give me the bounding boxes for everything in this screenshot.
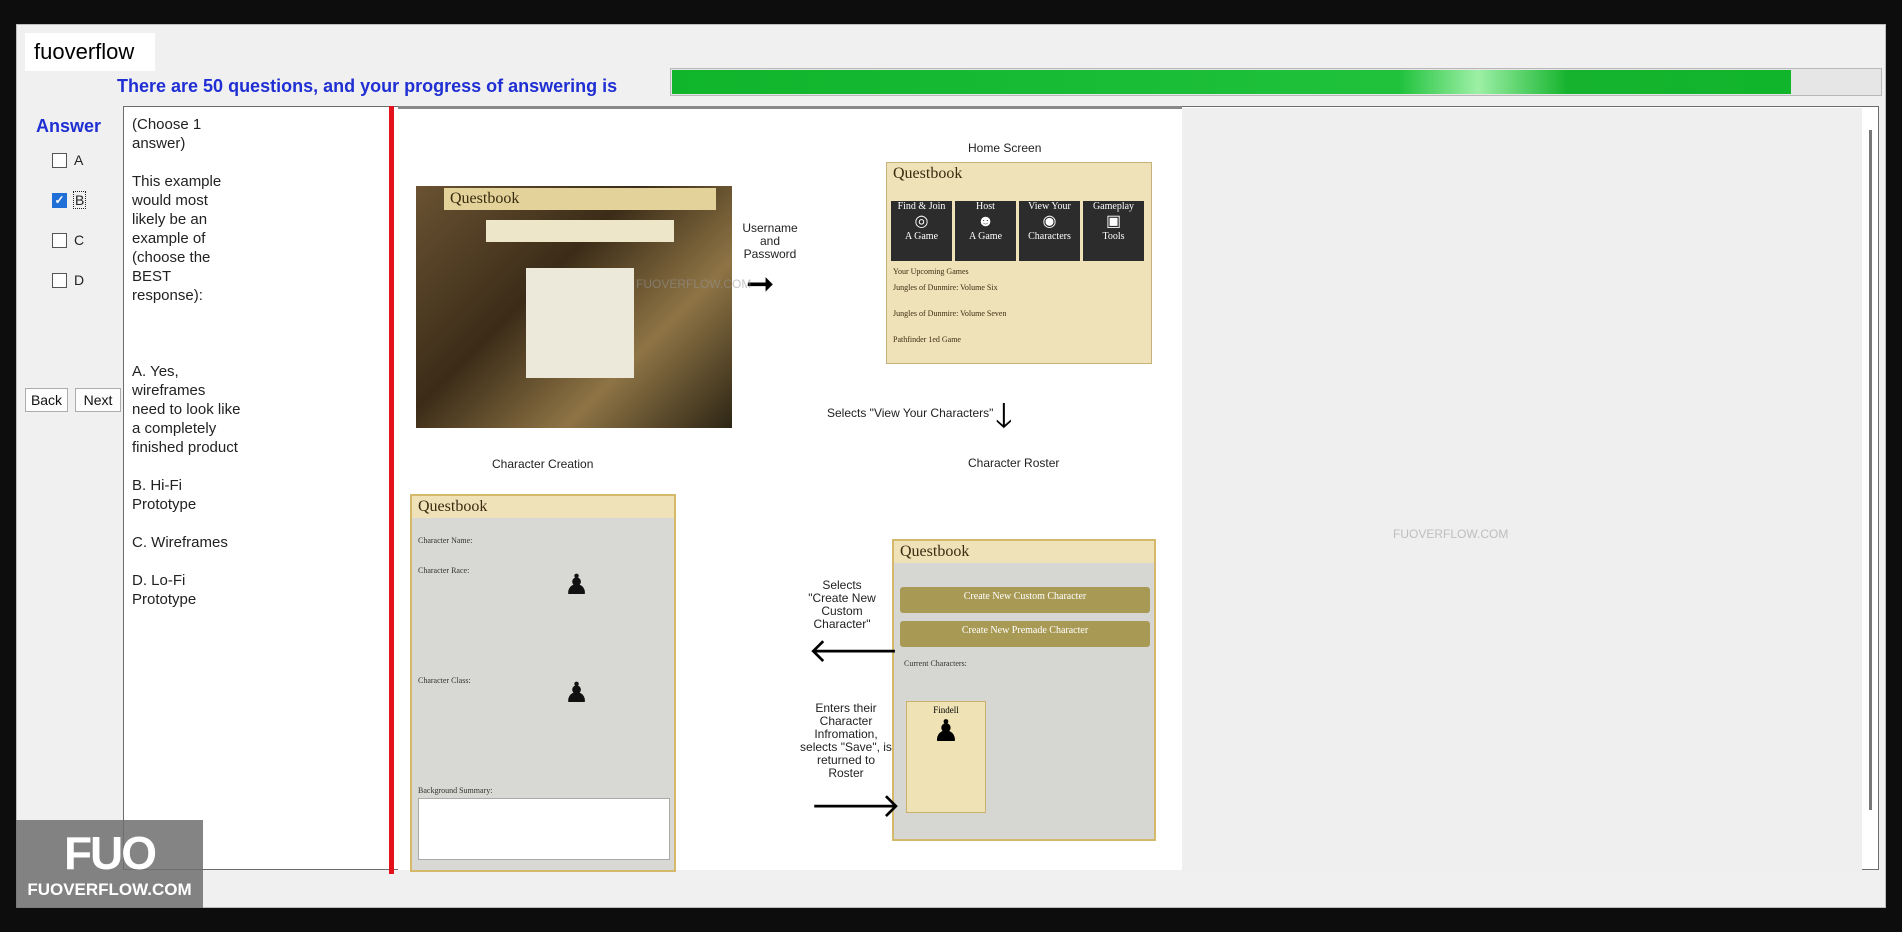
home-tile-find: Find & Join ◎ A Game xyxy=(891,201,952,261)
home-screen-mockup: Questbook Find & Join ◎ A Game Host ☻ A Game… xyxy=(886,162,1152,364)
home-screen-caption: Home Screen xyxy=(968,141,1042,155)
checkbox-a[interactable] xyxy=(52,152,67,168)
character-race-field: Character Race: xyxy=(418,566,470,575)
login-app-name: Questbook xyxy=(444,188,716,210)
upcoming-game-2: Jungles of Dunmire: Volume Seven xyxy=(893,309,1007,318)
home-tile-characters: View Your ◉ Characters xyxy=(1019,201,1080,261)
answer-heading: Answer xyxy=(36,116,102,136)
question-text: (Choose 1 answer) This example would mos… xyxy=(132,115,242,628)
character-card: Findell ♟ xyxy=(906,701,986,813)
checkbox-d[interactable] xyxy=(52,272,67,288)
character-creation-mockup: Questbook Character Name: Character Race… xyxy=(410,494,676,872)
home-tile-tools: Gameplay ▣ Tools xyxy=(1083,201,1144,261)
upcoming-game-1: Jungles of Dunmire: Volume Six xyxy=(893,283,998,292)
option-label-a: A xyxy=(74,152,84,168)
progress-label: There are 50 questions, and your progres… xyxy=(117,76,618,96)
answer-option-a[interactable]: A xyxy=(52,152,83,168)
progress-fill xyxy=(672,70,1792,94)
character-card-name: Findell xyxy=(933,705,959,715)
login-screen-mockup: Questbook xyxy=(416,186,732,428)
background-summary-field: Background Summary: xyxy=(418,786,493,795)
view-characters-caption: Selects "View Your Characters" xyxy=(827,406,994,420)
watermark-logo: FUO xyxy=(63,827,157,879)
question-prompt: This example would most likely be an exa… xyxy=(132,173,222,304)
character-roster-caption: Character Roster xyxy=(968,456,1060,470)
upcoming-game-3: Pathfinder 1ed Game xyxy=(893,335,961,344)
class-figure-icon: ♟ xyxy=(564,677,590,708)
checkbox-b[interactable]: ✓ xyxy=(52,192,67,208)
username-caption: Username and Password xyxy=(742,221,798,261)
checkbox-c[interactable] xyxy=(52,232,67,248)
roster-app-name: Questbook xyxy=(894,541,1154,563)
question-image: Questbook Username and Password ➞ Home S… xyxy=(398,106,1182,872)
site-watermark: FUO FUOVERFLOW.COM xyxy=(16,820,203,908)
option-label-d: D xyxy=(74,272,85,288)
home-tile-host: Host ☻ A Game xyxy=(955,201,1016,261)
creation-app-name: Questbook xyxy=(412,496,674,518)
image-background xyxy=(1182,108,1862,872)
choice-c: C. Wireframes xyxy=(132,534,228,551)
answer-option-d[interactable]: D xyxy=(52,272,84,288)
answer-option-c[interactable]: C xyxy=(52,232,84,248)
background-watermark-text: FUOVERFLOW.COM xyxy=(1393,527,1509,541)
next-button[interactable]: Next xyxy=(75,388,121,412)
enters-info-caption: Enters their Character Infromation, sele… xyxy=(800,701,892,780)
watermark-site: FUOVERFLOW.COM xyxy=(27,880,192,899)
splitter-bar[interactable] xyxy=(389,106,394,874)
option-label-c: C xyxy=(74,232,85,248)
create-custom-caption: Selects "Create New Custom Character" xyxy=(808,578,876,631)
character-figure-icon: ♟ xyxy=(932,715,960,748)
image-watermark-text: FUOVERFLOW.COM xyxy=(636,277,752,291)
character-name-field: Character Name: xyxy=(418,536,473,545)
arrow-left-icon: 🡐 xyxy=(808,632,900,670)
current-characters-label: Current Characters: xyxy=(904,659,967,668)
progress-bar xyxy=(670,68,1882,96)
answer-option-b[interactable]: ✓ B xyxy=(52,191,87,209)
back-button[interactable]: Back xyxy=(25,388,68,412)
choice-a: A. Yes, wireframes need to look like a c… xyxy=(132,363,241,456)
choice-d: D. Lo-Fi Prototype xyxy=(132,572,197,608)
character-roster-mockup: Questbook Create New Custom Character Cr… xyxy=(892,539,1156,841)
character-creation-caption: Character Creation xyxy=(492,457,594,471)
app-title-tab[interactable]: fuoverflow xyxy=(25,33,155,71)
arrow-right-icon: 🡒 xyxy=(810,787,902,825)
create-custom-character-button: Create New Custom Character xyxy=(900,587,1150,613)
vertical-scrollbar[interactable] xyxy=(1869,130,1872,810)
check-icon: ✓ xyxy=(54,193,65,207)
race-figure-icon: ♟ xyxy=(564,569,590,600)
arrow-down-icon: 🡓 xyxy=(995,397,1013,435)
choice-b: B. Hi-Fi Prototype xyxy=(132,477,197,513)
character-class-field: Character Class: xyxy=(418,676,471,685)
question-instruction: (Choose 1 answer) xyxy=(132,116,202,152)
option-label-b: B xyxy=(72,191,87,209)
home-app-name: Questbook xyxy=(893,165,963,182)
upcoming-games-label: Your Upcoming Games xyxy=(893,267,969,276)
create-premade-character-button: Create New Premade Character xyxy=(900,621,1150,647)
